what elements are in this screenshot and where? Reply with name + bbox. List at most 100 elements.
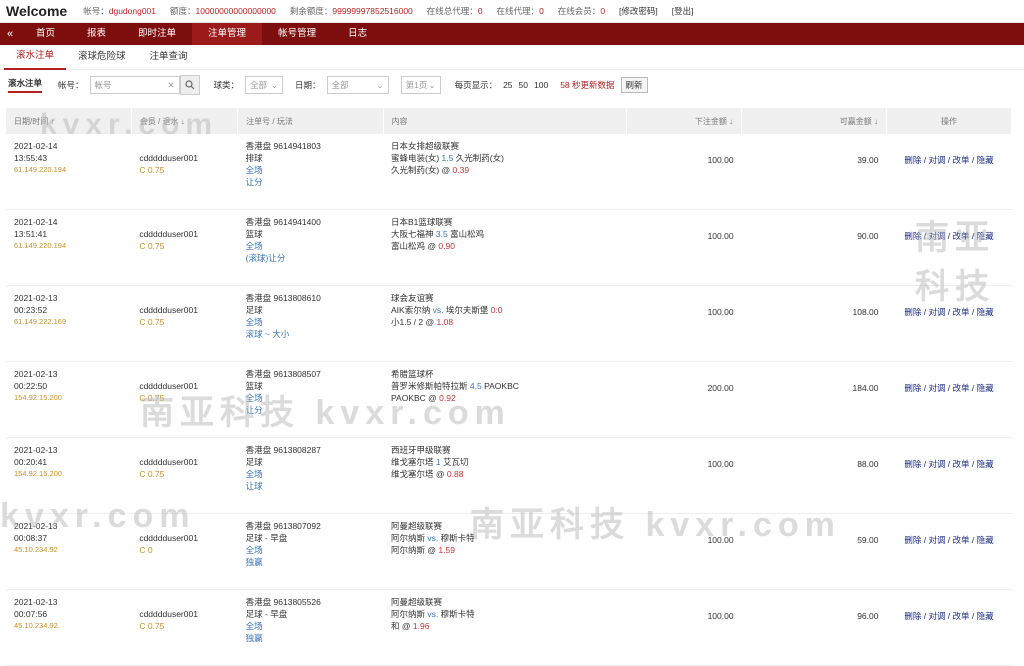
cell-date: 2021-02-13 00:20:41 154.92.15.200 (6, 437, 132, 514)
nav-home[interactable]: 首页 (20, 23, 71, 45)
table-row: 2021-02-14 13:55:43 61.149.220.194 cdddddus… (6, 134, 1012, 210)
search-button[interactable] (179, 75, 200, 95)
col-ops: 操作 (886, 108, 1013, 134)
change-password-link[interactable]: [修改密码] (619, 5, 658, 17)
cell-win: 39.00 (741, 134, 887, 210)
row-actions[interactable]: 删除 / 对调 / 改单 / 隐藏 (886, 134, 1012, 210)
bets-table: 日期/时间 ↑ 会员 / 退水 ↓ 注单号 / 玩法 内容 下注金额 ↓ 可赢金… (6, 108, 1013, 666)
tab-rolling-bets[interactable]: 滚水注单 (4, 44, 67, 70)
ip-address: 61.149.220.194 (14, 241, 67, 250)
cell-member: cddddduser001 C 0.75 (131, 589, 238, 666)
chevron-down-icon: ⌄ (428, 79, 436, 90)
info-online-member: 在线会员：0 (557, 6, 606, 16)
filter-title: 滚水注单 (8, 77, 43, 93)
search-icon (184, 80, 194, 90)
sub-nav: 滚水注单 滚球危险球 注单查询 (0, 45, 1024, 70)
ip-address: 45.10.234.92 (14, 545, 58, 554)
account-input[interactable]: 帐号 ✕ (89, 76, 180, 94)
cell-bet-no: 香港盘 9613808507 篮球 全场 让分 (237, 361, 383, 438)
cell-content: 阿曼超级联赛 阿尔纳斯 vs. 穆斯卡特 和 @ 1.96 (383, 589, 627, 666)
table-row: 2021-02-14 13:51:41 61.149.220.194 cdddddus… (6, 209, 1012, 286)
chevron-down-icon: ⌄ (270, 79, 279, 90)
col-member[interactable]: 会员 / 退水 ↓ (131, 108, 239, 134)
cell-amount: 100.00 (626, 209, 742, 286)
cell-amount: 100.00 (626, 437, 742, 514)
cell-amount: 100.00 (626, 513, 742, 590)
nav-live-bets[interactable]: 即时注单 (122, 23, 192, 45)
tab-bet-query[interactable]: 注单查询 (138, 45, 200, 69)
nav-logs[interactable]: 日志 (332, 23, 383, 45)
per-page-label: 每页显示： (454, 80, 498, 90)
cell-date: 2021-02-14 13:51:41 61.149.220.194 (6, 209, 132, 286)
cell-date: 2021-02-14 13:55:43 61.149.220.194 (6, 134, 132, 210)
cell-date: 2021-02-13 00:07:56 45.10.234.92 (6, 589, 132, 666)
cell-bet-no: 香港盘 9613808610 足球 全场 滚球 ~ 大小 (237, 285, 383, 362)
table-row: 2021-02-13 00:23:52 61.149.222.169 cdddddus… (6, 285, 1012, 362)
col-bet-no: 注单号 / 玩法 (237, 108, 384, 134)
per-page-100[interactable]: 100 (534, 80, 548, 90)
filter-bar: 滚水注单 帐号： 帐号 ✕ 球类： 全部 ⌄ 日期： 全部 ⌄ 第1页 ⌄ 每页显示：… (0, 70, 1024, 100)
per-page-50[interactable]: 50 (519, 80, 528, 90)
nav-bet-management[interactable]: 注单管理 (192, 23, 263, 45)
cell-member: cddddduser001 C 0.75 (131, 361, 238, 438)
cell-bet-no: 香港盘 9613808287 足球 全场 让球 (237, 437, 383, 514)
table-row: 2021-02-13 00:22:50 154.92.15.200 cddddduse… (6, 361, 1012, 438)
info-account: 帐号：dgudong001 (83, 6, 157, 16)
cell-win: 96.00 (741, 589, 887, 666)
date-label: 日期： (295, 80, 321, 90)
ip-address: 61.149.222.169 (14, 317, 67, 326)
table-header: 日期/时间 ↑ 会员 / 退水 ↓ 注单号 / 玩法 内容 下注金额 ↓ 可赢金… (6, 108, 1013, 134)
nav-account-management[interactable]: 帐号管理 (262, 23, 332, 45)
row-actions[interactable]: 删除 / 对调 / 改单 / 隐藏 (886, 589, 1012, 666)
cell-bet-no: 香港盘 9613805526 足球 - 早盘 全场 独赢 (237, 589, 383, 666)
chevron-down-icon: ⌄ (376, 79, 384, 90)
cell-win: 90.00 (741, 209, 887, 286)
account-info: 帐号：dgudong001 额度：10000000000000000 剩余额度：… (83, 5, 693, 17)
row-actions[interactable]: 删除 / 对调 / 改单 / 隐藏 (886, 285, 1012, 362)
clear-icon[interactable]: ✕ (167, 80, 174, 91)
ip-address: 154.92.15.200 (14, 469, 62, 478)
account-label: 帐号： (58, 80, 84, 90)
cell-member: cddddduser001 C 0.75 (131, 285, 238, 362)
sport-select[interactable]: 全部 ⌄ (245, 76, 284, 94)
table-row: 2021-02-13 00:07:56 45.10.234.92 cddddduser… (6, 589, 1012, 666)
cell-member: cddddduser001 C 0.75 (131, 209, 238, 286)
cell-content: 球会友谊赛 AIK索尔纳 vs. 埃尔夫斯堡 0:0 小1.5 / 2 @ 1.08 (383, 285, 627, 362)
cell-content: 希腊篮球杯 普罗米修斯帕特拉斯 4.5 PAOKBC PAOKBC @ 0.92 (383, 361, 627, 438)
cell-date: 2021-02-13 00:08:37 45.10.234.92 (6, 513, 132, 590)
refresh-countdown: 58 秒更新数据 (560, 80, 615, 90)
info-online-general: 在线总代理：0 (426, 6, 483, 16)
page-select[interactable]: 第1页 ⌄ (400, 76, 441, 94)
cell-win: 184.00 (741, 361, 887, 438)
ip-address: 45.10.234.92 (14, 621, 58, 630)
cell-win: 88.00 (741, 437, 887, 514)
cell-content: 日本B1篮球联赛 大阪七福神 3.5 富山松鸡 富山松鸡 @ 0.90 (383, 209, 627, 286)
cell-date: 2021-02-13 00:23:52 61.149.222.169 (6, 285, 132, 362)
date-select[interactable]: 全部 ⌄ (326, 76, 389, 94)
cell-date: 2021-02-13 00:22:50 154.92.15.200 (6, 361, 132, 438)
row-actions[interactable]: 删除 / 对调 / 改单 / 隐藏 (886, 209, 1012, 286)
per-page-25[interactable]: 25 (503, 80, 512, 90)
nav-reports[interactable]: 报表 (71, 23, 122, 45)
cell-member: cddddduser001 C 0.75 (131, 437, 238, 514)
top-info-bar: Welcome 帐号：dgudong001 额度：100000000000000… (0, 0, 1024, 23)
cell-content: 阿曼超级联赛 阿尔纳斯 vs. 穆斯卡特 阿尔纳斯 @ 1.59 (383, 513, 627, 590)
col-date[interactable]: 日期/时间 ↑ (6, 108, 132, 134)
refresh-button[interactable]: 刷新 (620, 77, 648, 93)
sport-label: 球类： (213, 80, 240, 90)
col-win[interactable]: 可赢金额 ↓ (741, 108, 887, 134)
main-nav: « 首页 报表 即时注单 注单管理 帐号管理 日志 (0, 23, 1024, 45)
ip-address: 154.92.15.200 (14, 393, 62, 402)
info-quota: 额度：10000000000000000 (170, 6, 276, 16)
tab-danger-ball[interactable]: 滚球危险球 (66, 45, 138, 69)
row-actions[interactable]: 删除 / 对调 / 改单 / 隐藏 (886, 513, 1012, 590)
ip-address: 61.149.220.194 (14, 165, 67, 174)
logout-link[interactable]: [登出] (672, 5, 694, 17)
row-actions[interactable]: 删除 / 对调 / 改单 / 隐藏 (886, 361, 1012, 438)
collapse-icon[interactable]: « (0, 28, 20, 40)
table-row: 2021-02-13 00:08:37 45.10.234.92 cddddduser… (6, 513, 1012, 590)
row-actions[interactable]: 删除 / 对调 / 改单 / 隐藏 (886, 437, 1012, 514)
cell-amount: 100.00 (626, 589, 742, 666)
col-amount[interactable]: 下注金额 ↓ (626, 108, 743, 134)
cell-win: 108.00 (741, 285, 887, 362)
